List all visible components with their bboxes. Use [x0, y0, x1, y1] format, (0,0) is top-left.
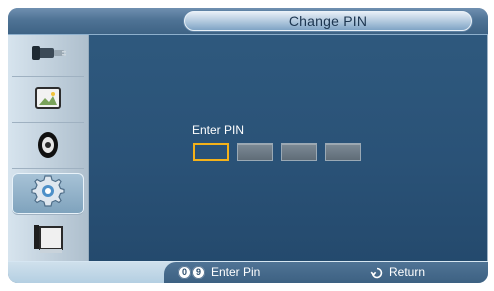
main-content: Enter PIN [89, 35, 488, 270]
multi-control-icon [26, 221, 70, 260]
digit-range-icon: 0 9 [178, 266, 205, 279]
sidebar-item-input[interactable] [12, 35, 84, 77]
sidebar-item-sound[interactable] [12, 127, 84, 169]
return-label: Return [389, 265, 426, 279]
enter-pin-hint-label: Enter Pin [211, 265, 261, 279]
input-source-icon [26, 36, 70, 75]
enter-pin-hint: 0 9 Enter Pin [178, 265, 260, 280]
pin-input-group[interactable] [193, 143, 361, 163]
digit-9-badge: 9 [192, 266, 205, 279]
pin-label: Enter PIN [192, 123, 245, 137]
sidebar-item-multi-control[interactable] [12, 219, 84, 261]
return-hint[interactable]: Return [370, 265, 425, 280]
sidebar-item-setup[interactable] [12, 173, 84, 215]
sound-icon [26, 128, 70, 167]
footer-hint-bar: 0 9 Enter Pin Return [8, 261, 488, 283]
return-icon [370, 266, 384, 280]
sidebar [8, 35, 89, 270]
pin-digit-2[interactable] [237, 143, 273, 161]
window-title: Change PIN [184, 11, 472, 31]
pin-digit-1[interactable] [193, 143, 229, 161]
pin-digit-4[interactable] [325, 143, 361, 161]
setup-gear-icon [26, 174, 70, 213]
pin-digit-3[interactable] [281, 143, 317, 161]
picture-icon [26, 82, 70, 121]
digit-0-badge: 0 [178, 266, 191, 279]
osd-window: Change PIN Enter PIN 0 9 Enter Pin Retur… [8, 8, 488, 283]
title-bar: Change PIN [8, 8, 488, 35]
sidebar-item-picture[interactable] [12, 81, 84, 123]
